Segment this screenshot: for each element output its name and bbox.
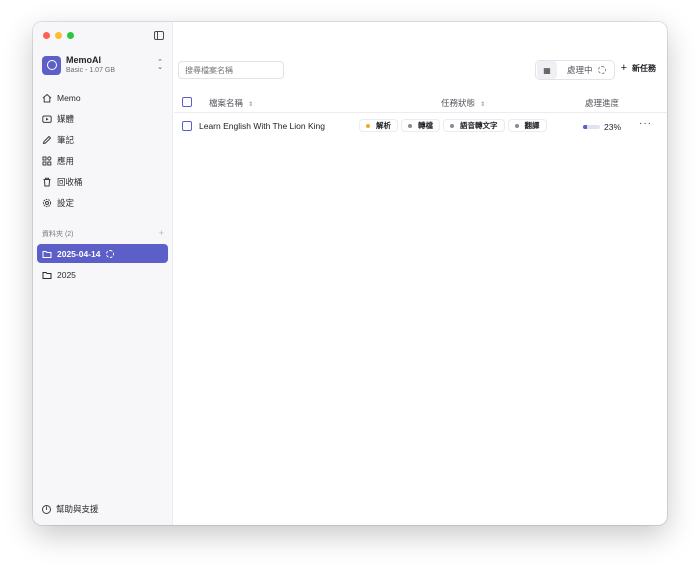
progress-label: 23% xyxy=(604,122,622,132)
processing-filter[interactable]: 處理中 xyxy=(567,64,606,76)
sidebar-item-label: 設定 xyxy=(57,197,75,208)
loading-spinner-icon xyxy=(597,66,606,74)
pencil-icon xyxy=(42,135,52,145)
sidebar-item-label: 回收桶 xyxy=(57,176,83,187)
view-toggle: ▦ 處理中 xyxy=(535,60,615,80)
help-label: 幫助與支援 xyxy=(56,504,99,514)
new-task-button[interactable]: + 新任務 xyxy=(621,63,656,74)
status-dot xyxy=(514,123,519,128)
sidebar-item-media[interactable]: 媒體 xyxy=(37,108,169,129)
plus-icon: + xyxy=(620,62,627,74)
folder-label: 2025 xyxy=(57,269,76,280)
sidebar: MemoAI Basic - 1.07 GB ⌃⌄ Memo 媒體 筆記 應用 xyxy=(33,22,173,525)
search-input[interactable] xyxy=(178,61,284,79)
chevron-updown-icon: ⌃ ⌄ xyxy=(157,59,163,71)
more-options-icon[interactable]: ··· xyxy=(639,118,652,129)
gear-icon xyxy=(42,198,52,208)
app-name: MemoAI xyxy=(66,55,102,65)
sidebar-item-settings[interactable]: 設定 xyxy=(37,192,169,213)
minimize-window-button[interactable] xyxy=(55,32,62,39)
trash-icon xyxy=(42,177,52,187)
info-icon: i xyxy=(42,504,51,514)
sidebar-item-label: 應用 xyxy=(57,155,75,166)
plan-usage: Basic - 1.07 GB xyxy=(66,67,116,74)
apps-icon xyxy=(42,155,52,166)
sidebar-toggle-icon[interactable] xyxy=(154,31,164,40)
processing-label: 處理中 xyxy=(567,65,593,75)
app-window: MemoAI Basic - 1.07 GB ⌃⌄ Memo 媒體 筆記 應用 xyxy=(33,22,667,525)
status-tag: 解析 xyxy=(359,119,398,132)
task-table: 檔案名稱 ⇕ 任務狀態 ⇕ 處理進度 Learn English With The … xyxy=(174,91,667,138)
home-icon xyxy=(42,93,52,103)
folders-header: 資料夾 (2) + xyxy=(42,229,164,239)
status-tag: 語音轉文字 xyxy=(443,119,505,132)
new-task-label: 新任務 xyxy=(632,64,656,73)
progress-cell: 23% xyxy=(583,122,621,132)
grid-view-icon[interactable]: ▦ xyxy=(537,61,557,79)
main-panel: ▦ 處理中 + 新任務 檔案名稱⇕ 任務狀態⇕ 處理進度 Learn Engli… xyxy=(174,22,667,525)
loading-spinner-icon xyxy=(106,249,115,258)
progress-fill xyxy=(583,125,587,129)
folder-list: 2025-04-14 2025 xyxy=(37,244,168,286)
sidebar-item-memo[interactable]: Memo xyxy=(37,87,169,108)
column-header-progress: 處理進度 xyxy=(585,98,620,108)
column-header-name[interactable]: 檔案名稱 ⇕ xyxy=(209,97,253,109)
column-header-status[interactable]: 任務狀態 ⇕ xyxy=(441,97,485,109)
progress-bar xyxy=(583,125,600,129)
account-switcher[interactable]: MemoAI Basic - 1.07 GB ⌃ ⌄ xyxy=(42,55,164,75)
sort-icon: ⇕ xyxy=(480,102,486,108)
sort-icon: ⇕ xyxy=(248,102,254,108)
folder-label: 2025-04-14 xyxy=(57,248,101,259)
sidebar-nav: Memo 媒體 筆記 應用 回收桶 設定 xyxy=(37,87,169,213)
status-tag: 翻譯 xyxy=(507,119,547,132)
window-controls xyxy=(43,32,74,39)
media-icon xyxy=(42,114,52,124)
sidebar-item-notes[interactable]: 筆記 xyxy=(37,129,169,150)
close-window-button[interactable] xyxy=(43,32,50,39)
folder-icon xyxy=(42,249,52,259)
row-checkbox[interactable] xyxy=(182,121,192,131)
status-dot xyxy=(450,123,454,128)
folder-item-2025-04-14[interactable]: 2025-04-14 xyxy=(37,244,168,263)
sidebar-item-apps[interactable]: 應用 xyxy=(37,150,169,171)
status-dot xyxy=(408,123,412,128)
folder-item-2025[interactable]: 2025 xyxy=(37,265,168,284)
folder-icon xyxy=(42,270,52,280)
sidebar-item-label: Memo xyxy=(57,92,81,103)
add-folder-button[interactable]: + xyxy=(159,229,164,239)
sidebar-item-label: 筆記 xyxy=(57,134,75,145)
help-support-link[interactable]: i 幫助與支援 xyxy=(42,503,99,515)
zoom-window-button[interactable] xyxy=(67,32,74,39)
sidebar-item-trash[interactable]: 回收桶 xyxy=(37,171,169,192)
sidebar-item-label: 媒體 xyxy=(57,113,75,124)
file-name: Learn English With The Lion King xyxy=(199,121,326,131)
select-all-checkbox[interactable] xyxy=(182,97,192,107)
app-logo-icon xyxy=(42,55,61,75)
status-tags: 解析 轉檔 語音轉文字 翻譯 xyxy=(359,119,547,132)
table-row[interactable]: Learn English With The Lion King 解析 轉檔 語… xyxy=(174,113,667,138)
folders-title: 資料夾 (2) xyxy=(42,231,74,238)
status-dot xyxy=(366,123,370,128)
status-tag: 轉檔 xyxy=(401,119,440,132)
table-header: 檔案名稱 ⇕ 任務狀態 ⇕ 處理進度 xyxy=(174,91,667,113)
